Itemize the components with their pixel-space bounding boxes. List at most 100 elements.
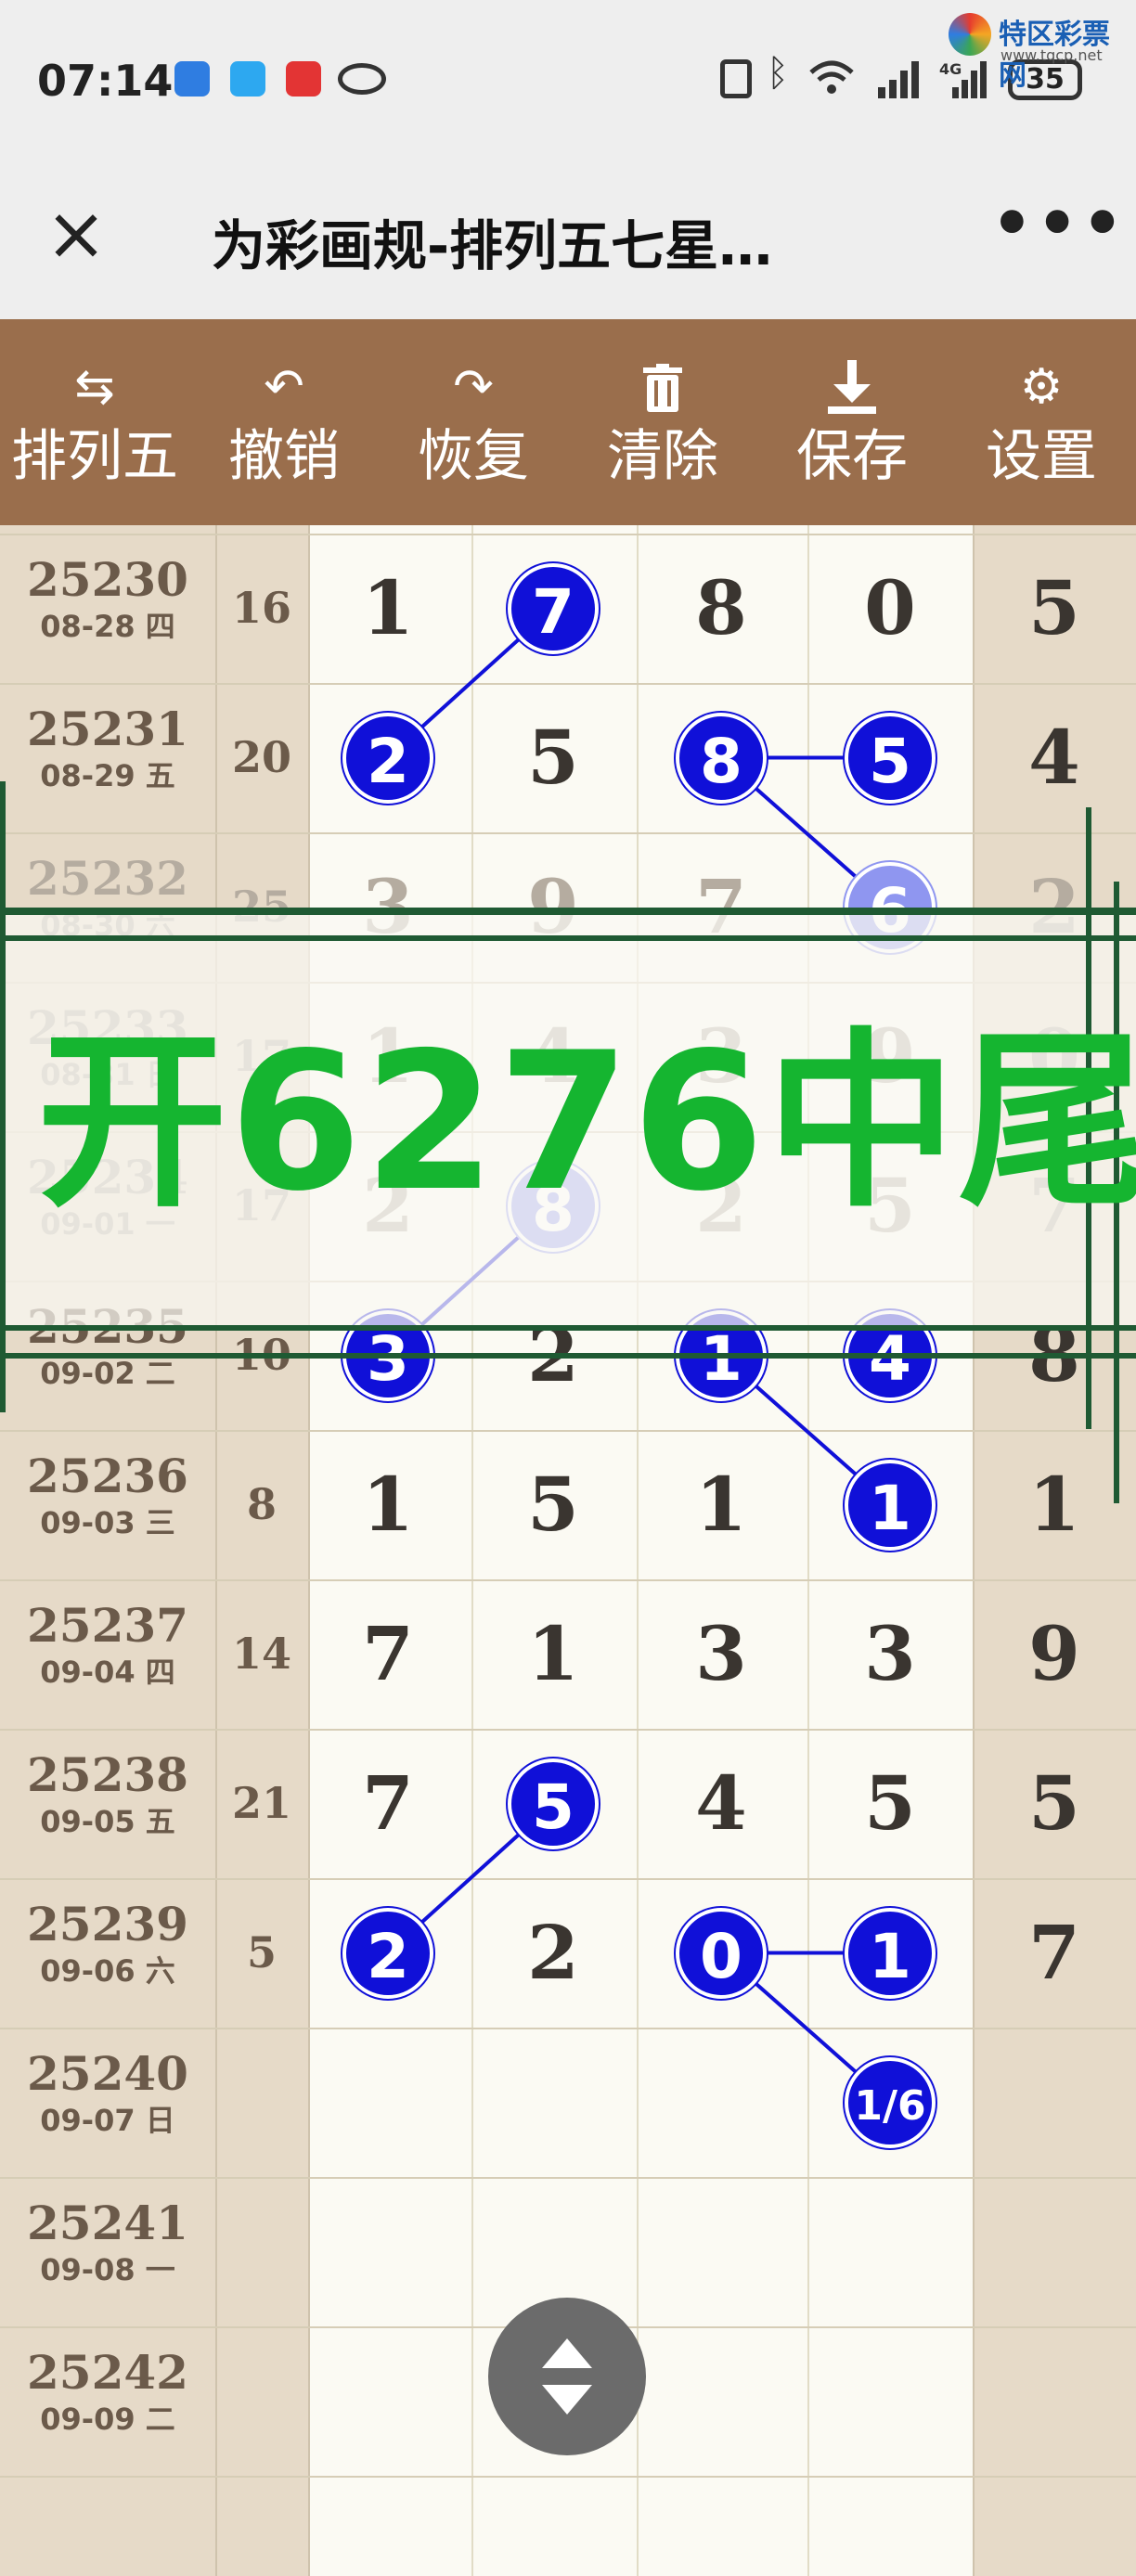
bluetooth-icon: ᛒ — [767, 52, 789, 95]
digit-cell[interactable]: 3 — [811, 1579, 969, 1729]
issue-date: 08-29 五 — [40, 758, 175, 793]
arrow-up-icon — [542, 2338, 592, 2368]
digit-cell[interactable]: 1 — [309, 525, 467, 534]
toolbar-label: 排列五 — [11, 424, 178, 489]
issue-number: 25241 — [27, 2196, 188, 2250]
digit-cell[interactable] — [811, 2177, 969, 2326]
marked-ball[interactable]: 1 — [845, 1907, 936, 1999]
issue-number: 25231 — [27, 702, 188, 756]
redo-button[interactable]: ↷ 恢复 — [379, 319, 568, 525]
sum-cell: 21 — [231, 1778, 291, 1828]
row-divider — [0, 2476, 1136, 2478]
digit-cell[interactable]: 1 — [474, 1579, 632, 1729]
signal-4g-icon: 4G — [939, 60, 987, 98]
sum-cell: 5 — [246, 1927, 277, 1977]
clear-button[interactable]: 清除 — [568, 319, 757, 525]
calendar-app-icon — [174, 61, 210, 97]
signal-icon — [878, 61, 919, 98]
digit-cell[interactable]: 5 — [474, 1430, 632, 1579]
marked-ball[interactable]: 7 — [508, 562, 599, 654]
tail-cell — [973, 2326, 1136, 2476]
marked-ball[interactable]: 1 — [845, 1459, 936, 1551]
digit-cell[interactable]: 1 — [309, 1430, 467, 1579]
download-icon — [757, 354, 947, 419]
toolbar-label: 撤销 — [228, 424, 340, 489]
gear-icon: ⚙ — [1019, 359, 1064, 415]
issue-number: 25237 — [27, 1598, 188, 1653]
issue-cell: 25237 09-04 四 — [0, 1579, 215, 1729]
banner-line — [0, 908, 1136, 915]
undo-button[interactable]: ↶ 撤销 — [189, 319, 379, 525]
issue-date: 09-06 六 — [40, 1953, 175, 1989]
sum-cell: 8 — [246, 1479, 277, 1529]
close-icon[interactable]: × — [43, 197, 110, 271]
digit-cell[interactable]: 5 — [474, 683, 632, 832]
toolbar-label: 设置 — [986, 424, 1097, 489]
issue-date: 08-28 四 — [40, 609, 175, 644]
scroll-toggle-button[interactable] — [488, 2298, 646, 2455]
marked-ball[interactable]: 5 — [508, 1758, 599, 1849]
digit-cell[interactable]: 3 — [642, 525, 800, 534]
save-button[interactable]: 保存 — [757, 319, 947, 525]
digit-cell[interactable]: 0 — [811, 534, 969, 683]
trash-icon — [568, 354, 757, 419]
issue-date: 09-04 四 — [40, 1655, 175, 1690]
digit-cell[interactable]: 0 — [811, 525, 969, 534]
digit-cell[interactable] — [309, 2326, 467, 2476]
digit-cell[interactable] — [642, 2177, 800, 2326]
prediction-banner: 开6276中尾 — [37, 1012, 1136, 1233]
digit-cell[interactable]: 4 — [642, 1729, 800, 1878]
tail-cell: 1 — [1028, 1461, 1080, 1548]
tail-cell: 7 — [1028, 1909, 1080, 1996]
wifi-icon — [809, 60, 854, 94]
issue-cell: 25236 09-03 三 — [0, 1430, 215, 1579]
marked-ball[interactable]: 8 — [676, 712, 767, 804]
digit-cell[interactable]: 3 — [642, 1579, 800, 1729]
redo-icon: ↷ — [453, 359, 494, 415]
tail-cell: 9 — [1028, 1610, 1080, 1697]
swap-icon: ⇆ — [74, 359, 115, 415]
lottery-type-button[interactable]: ⇆ 排列五 — [0, 319, 189, 525]
toolbar-label: 保存 — [796, 424, 908, 489]
tail-cell: 2 — [973, 525, 1136, 534]
trend-grid[interactable]: 2522908-27 三6123022523008-28 四1617805252… — [0, 525, 1136, 2576]
digit-cell[interactable]: 1 — [309, 534, 467, 683]
toolbar: ⇆ 排列五 ↶ 撤销 ↷ 恢复 清除 保存 ⚙ 设置 — [0, 319, 1136, 525]
issue-cell: 25241 09-08 一 — [0, 2177, 215, 2326]
settings-button[interactable]: ⚙ 设置 — [947, 319, 1136, 525]
digit-cell[interactable] — [474, 2028, 632, 2177]
marked-ball[interactable]: 2 — [342, 1907, 433, 1999]
digit-cell[interactable]: 8 — [642, 534, 800, 683]
issue-cell: 25230 08-28 四 — [0, 534, 215, 683]
more-icon[interactable]: ••• — [991, 186, 1127, 262]
tail-cell: 4 — [1028, 714, 1080, 801]
marked-ball[interactable]: 1/6 — [845, 2056, 936, 2148]
digit-cell[interactable]: 5 — [811, 1729, 969, 1878]
banner-line — [0, 1325, 1136, 1331]
eye-icon — [338, 63, 386, 95]
sum-cell: 16 — [231, 583, 291, 633]
digit-cell[interactable]: 1 — [642, 1430, 800, 1579]
digit-cell[interactable] — [811, 2326, 969, 2476]
digit-cell[interactable] — [642, 2326, 800, 2476]
toolbar-label: 恢复 — [418, 424, 529, 489]
digit-cell[interactable]: 2 — [474, 525, 632, 534]
issue-cell: 2522908-27 三 — [0, 525, 215, 534]
tail-cell — [973, 2028, 1136, 2177]
digit-cell[interactable]: 7 — [309, 1729, 467, 1878]
issue-cell: 25231 08-29 五 — [0, 683, 215, 832]
marked-ball[interactable]: 0 — [676, 1907, 767, 1999]
digit-cell[interactable] — [309, 2177, 467, 2326]
arrow-down-icon — [542, 2385, 592, 2415]
digit-cell[interactable] — [309, 2028, 467, 2177]
issue-date: 09-09 二 — [40, 2402, 175, 2437]
sum-cell: 20 — [231, 732, 291, 782]
digit-cell[interactable]: 2 — [474, 1878, 632, 2028]
digit-cell[interactable]: 7 — [309, 1579, 467, 1729]
digit-cell[interactable] — [642, 2028, 800, 2177]
issue-number: 25240 — [27, 2046, 188, 2101]
marked-ball[interactable]: 2 — [342, 712, 433, 804]
issue-number: 25238 — [27, 1747, 188, 1802]
status-bar: 07:14 ᛒ 4G 35 特区彩票网 www.tqcp.net — [0, 0, 1136, 167]
marked-ball[interactable]: 5 — [845, 712, 936, 804]
